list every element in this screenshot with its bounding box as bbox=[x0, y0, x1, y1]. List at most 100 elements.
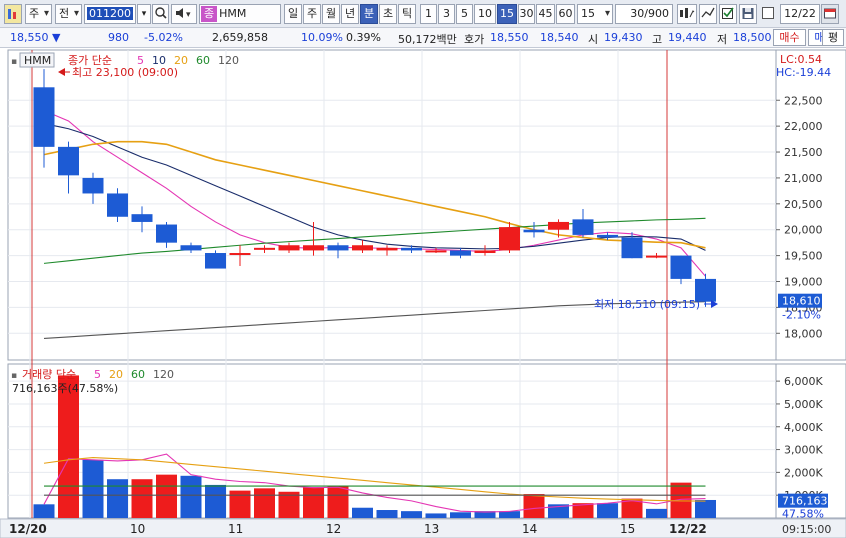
volume-tick-label: 6,000K bbox=[784, 375, 823, 388]
volume-tick-label: 3,000K bbox=[784, 444, 823, 457]
price-change-pct: -5.02% bbox=[144, 31, 183, 44]
save-icon[interactable] bbox=[739, 4, 757, 24]
volume-bar bbox=[695, 499, 716, 518]
stock-name-field[interactable]: 종 HMM bbox=[199, 4, 281, 24]
volume-bar bbox=[254, 488, 275, 518]
view-count-input[interactable]: 30/900 bbox=[615, 4, 673, 24]
candle-body bbox=[254, 247, 275, 250]
search-icon[interactable] bbox=[152, 4, 169, 24]
indicator-settings-icon[interactable] bbox=[677, 4, 697, 24]
open-label: 시 bbox=[588, 33, 599, 46]
candle-body bbox=[474, 250, 496, 254]
x-tick-label: 10 bbox=[130, 522, 145, 536]
period-minute-button[interactable]: 분 bbox=[360, 4, 378, 24]
price-tick-label: 20,500 bbox=[784, 198, 823, 211]
period-second-button[interactable]: 초 bbox=[379, 4, 397, 24]
price-tick-label: 22,500 bbox=[784, 94, 823, 107]
ask-price-1: 18,550 bbox=[490, 31, 529, 44]
open-price: 19,430 bbox=[604, 31, 643, 44]
current-price-label: 18,610 bbox=[782, 295, 821, 308]
candle-body bbox=[107, 193, 128, 217]
candle-body bbox=[450, 250, 471, 256]
period-week-button[interactable]: 주 bbox=[303, 4, 321, 24]
low-label: 저 bbox=[717, 33, 728, 46]
candle-body bbox=[205, 253, 226, 269]
stock-chart[interactable]: 22,500 22,000 21,500 21,000 20,500 20,000 19,5… bbox=[0, 48, 846, 538]
price-tick-label: 19,000 bbox=[784, 276, 823, 289]
buy-button[interactable]: 매수 bbox=[773, 29, 806, 46]
candle-body bbox=[303, 245, 324, 251]
volume-legend-ma-period: 5 bbox=[94, 368, 101, 381]
volume-bar bbox=[180, 475, 202, 518]
price-tick-label: 21,500 bbox=[784, 146, 823, 159]
period-year-button[interactable]: 년 bbox=[341, 4, 359, 24]
quote-bar: 18,550 ▼ 980 -5.02% 2,659,858 10.09% 0.3… bbox=[0, 28, 846, 48]
period-tick-button[interactable]: 틱 bbox=[398, 4, 416, 24]
time-label: 09:15:00 bbox=[782, 523, 831, 536]
volume-legend: 거래량 단순 bbox=[22, 368, 76, 381]
candle-body bbox=[523, 229, 545, 233]
calendar-icon[interactable] bbox=[821, 4, 839, 24]
candle-body bbox=[327, 245, 349, 251]
minute-5-button[interactable]: 5 bbox=[456, 4, 473, 24]
speaker-icon[interactable]: ▾ bbox=[171, 4, 197, 24]
volume-legend-ma-period: 20 bbox=[109, 368, 123, 381]
stock-code-input[interactable]: 011200 bbox=[84, 4, 136, 24]
trade-amount: 50,172백만 bbox=[398, 33, 457, 46]
minute-30-button[interactable]: 30 bbox=[518, 4, 535, 24]
volume-tick-label: 5,000K bbox=[784, 398, 823, 411]
x-tick-label: 12/22 bbox=[669, 522, 707, 536]
volume-legend-ma-period: 60 bbox=[131, 368, 145, 381]
market-select[interactable]: 주 bbox=[25, 4, 52, 24]
stock-picker-icon[interactable] bbox=[4, 4, 22, 24]
candle-body bbox=[82, 177, 104, 194]
price-tick-label: 22,000 bbox=[784, 120, 823, 133]
candle-body bbox=[352, 245, 373, 251]
trend-line-icon[interactable] bbox=[699, 4, 717, 24]
minute-60-button[interactable]: 60 bbox=[556, 4, 575, 24]
turnover-pct: 10.09% bbox=[301, 31, 343, 44]
code-dropdown-icon[interactable]: ▾ bbox=[137, 4, 151, 24]
high-label: 고 bbox=[652, 33, 663, 46]
minute-1-button[interactable]: 1 bbox=[420, 4, 437, 24]
volume-bar bbox=[131, 479, 153, 518]
candle-body bbox=[499, 227, 520, 251]
trade-volume: 2,659,858 bbox=[212, 31, 268, 44]
prev-select[interactable]: 전 bbox=[55, 4, 82, 24]
stock-tag-badge: 종 bbox=[201, 6, 218, 22]
minute-10-button[interactable]: 10 bbox=[474, 4, 496, 24]
candle-body bbox=[376, 247, 398, 251]
minute-3-button[interactable]: 3 bbox=[438, 4, 455, 24]
date-input[interactable]: 12/22 bbox=[780, 4, 820, 24]
flat-button[interactable]: 평 bbox=[822, 29, 844, 46]
candle-body bbox=[597, 234, 618, 238]
volume-bar bbox=[646, 508, 667, 518]
date-checkbox[interactable] bbox=[762, 7, 774, 19]
ask-label: 호가 bbox=[464, 33, 485, 46]
candle bbox=[205, 250, 226, 269]
period-month-button[interactable]: 월 bbox=[322, 4, 340, 24]
volume-bar bbox=[352, 507, 373, 518]
volume-bar bbox=[33, 504, 55, 518]
candle-body bbox=[670, 255, 692, 279]
period-day-button[interactable]: 일 bbox=[284, 4, 302, 24]
chart-area[interactable]: 22,500 22,000 21,500 21,000 20,500 20,000 19,5… bbox=[0, 48, 846, 538]
low-price: 18,500 bbox=[733, 31, 772, 44]
volume-bar bbox=[327, 486, 349, 518]
minute-45-button[interactable]: 45 bbox=[536, 4, 555, 24]
ask-price-2: 18,540 bbox=[540, 31, 579, 44]
interval-select[interactable]: 15 bbox=[577, 4, 613, 24]
x-axis-band bbox=[0, 518, 846, 538]
current-price: 18,550 ▼ bbox=[10, 31, 61, 44]
volume-bar bbox=[205, 484, 226, 518]
hc-label: HC:-19.44 bbox=[776, 66, 831, 79]
volume-bar bbox=[499, 511, 520, 518]
price-tick-label: 21,000 bbox=[784, 172, 823, 185]
candle-body bbox=[621, 237, 643, 259]
minute-15-button[interactable]: 15 bbox=[497, 4, 517, 24]
legend-ma-period: 60 bbox=[196, 54, 210, 67]
ratio-pct: 0.39% bbox=[346, 31, 381, 44]
legend-grip-icon: ▪ bbox=[11, 57, 17, 67]
checkbox-icon[interactable] bbox=[719, 4, 737, 24]
chart-toolbar: 주 전 011200 ▾ ▾ 종HMM 일 주 월 년 분 초 틱 1 3 5 … bbox=[0, 0, 846, 28]
